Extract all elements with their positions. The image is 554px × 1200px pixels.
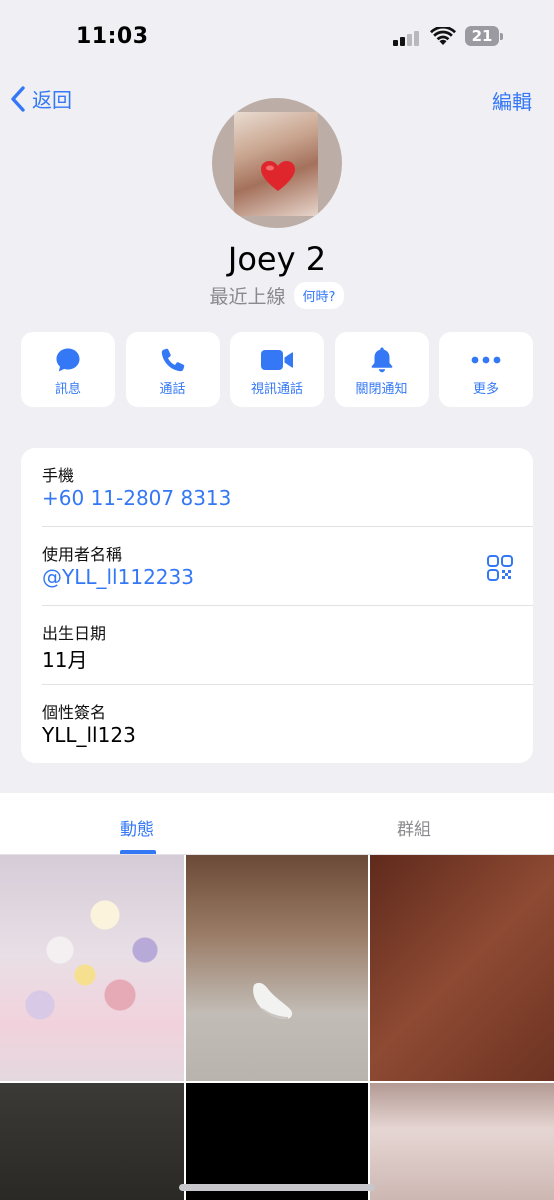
mute-notifications-label: 關閉通知 <box>355 382 408 397</box>
cellular-signal-icon <box>393 30 423 46</box>
media-thumbnail[interactable] <box>0 855 184 1081</box>
video-call-button[interactable]: 視訊通話 <box>230 332 324 407</box>
username-label: 使用者名稱 <box>42 545 123 564</box>
username-value[interactable]: @YLL_ll112233 <box>42 565 194 589</box>
media-thumbnail[interactable] <box>370 855 554 1081</box>
media-tabs: 動態 群組 <box>0 793 554 855</box>
phone-label: 手機 <box>42 466 75 485</box>
media-thumbnail[interactable] <box>186 855 368 1081</box>
birthday-label: 出生日期 <box>42 624 107 643</box>
more-button[interactable]: 更多 <box>439 332 533 407</box>
media-thumbnail[interactable] <box>186 1083 368 1200</box>
active-tab-indicator <box>120 850 156 854</box>
phone-icon <box>161 348 184 372</box>
tab-groups[interactable]: 群組 <box>397 815 431 840</box>
birthday-value: 11月 <box>42 648 88 672</box>
video-call-label: 視訊通話 <box>250 382 303 397</box>
phone-row[interactable]: 手機 +60 11-2807 8313 <box>42 448 533 527</box>
bio-row: 個性簽名 YLL_ll123 <box>42 685 533 763</box>
profile-avatar[interactable] <box>212 98 342 228</box>
more-icon <box>471 356 501 364</box>
back-label: 返回 <box>32 88 72 112</box>
username-row[interactable]: 使用者名稱 @YLL_ll112233 <box>42 527 533 606</box>
contact-info-card: 手機 +60 11-2807 8313 使用者名稱 @YLL_ll112233 … <box>21 448 533 763</box>
battery-level: 21 <box>471 27 493 45</box>
qr-code-icon[interactable] <box>487 555 513 581</box>
bio-value: YLL_ll123 <box>42 723 136 747</box>
media-thumbnail[interactable] <box>0 1083 184 1200</box>
battery-tip <box>500 33 503 40</box>
tab-posts[interactable]: 動態 <box>120 815 154 840</box>
battery-icon: 21 <box>465 26 499 46</box>
message-icon <box>56 348 80 372</box>
bell-icon <box>371 347 392 373</box>
video-icon <box>261 350 293 370</box>
when-button[interactable]: 何時? <box>293 282 345 309</box>
wifi-icon <box>430 27 456 45</box>
phone-number[interactable]: +60 11-2807 8313 <box>42 486 231 510</box>
media-grid <box>0 855 554 1200</box>
more-label: 更多 <box>472 382 499 397</box>
bio-label: 個性簽名 <box>42 703 107 722</box>
home-indicator <box>179 1184 375 1191</box>
mute-notifications-button[interactable]: 關閉通知 <box>334 332 429 407</box>
edit-button[interactable]: 編輯 <box>492 86 532 115</box>
heart-emoji-icon <box>261 161 295 191</box>
chevron-left-icon <box>11 85 25 112</box>
back-button[interactable]: 返回 <box>10 84 72 113</box>
message-button[interactable]: 訊息 <box>21 332 115 407</box>
sneaker-shape <box>253 982 293 1019</box>
call-button[interactable]: 通話 <box>125 332 220 407</box>
status-time: 11:03 <box>76 24 149 49</box>
message-label: 訊息 <box>54 382 81 397</box>
contact-name: Joey 2 <box>227 240 327 278</box>
birthday-row: 出生日期 11月 <box>42 606 533 685</box>
status-bar: 11:03 21 <box>0 0 554 72</box>
media-thumbnail[interactable] <box>370 1083 554 1200</box>
last-seen-row: 最近上線 何時? <box>0 282 554 309</box>
last-seen-text: 最近上線 <box>209 286 286 308</box>
action-buttons: 訊息 通話 視訊通話 關閉通知 更多 <box>21 332 533 407</box>
call-label: 通話 <box>159 382 186 397</box>
